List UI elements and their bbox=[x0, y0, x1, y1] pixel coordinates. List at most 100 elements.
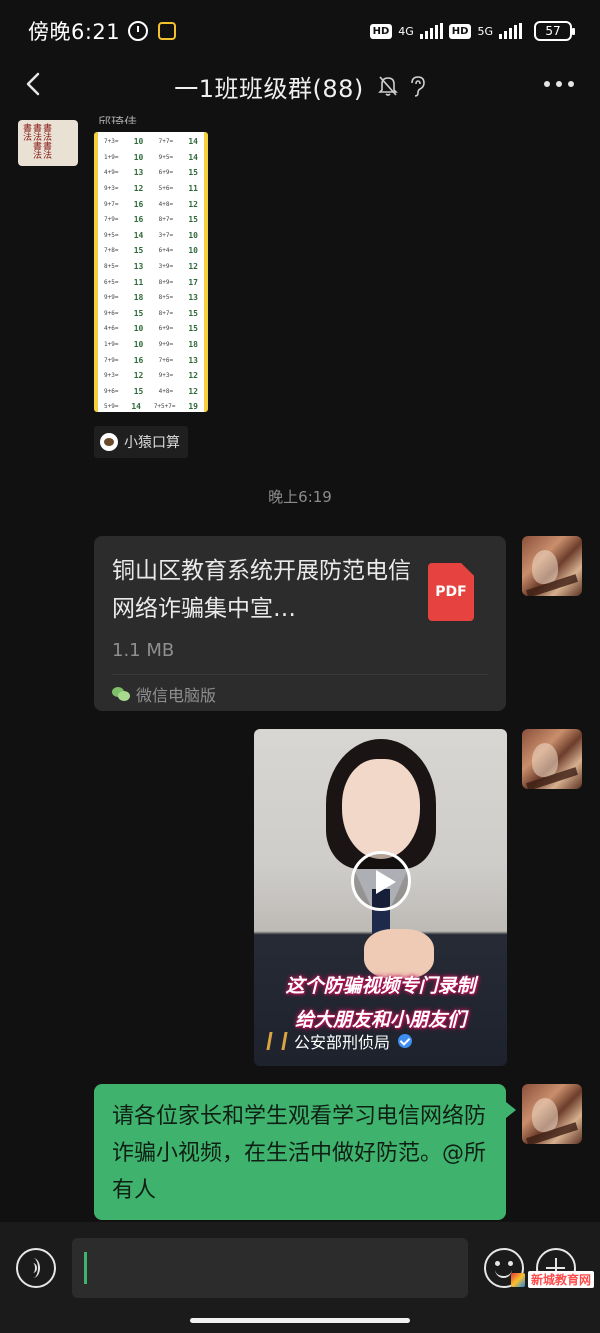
worksheet-answer: 16 bbox=[133, 215, 144, 225]
input-bar bbox=[0, 1222, 600, 1314]
worksheet-answer: 15 bbox=[133, 308, 144, 318]
chat-header: 一1班班级群(88) bbox=[0, 62, 600, 110]
worksheet-equation: 8+5= bbox=[158, 294, 174, 302]
pdf-label: PDF bbox=[435, 584, 467, 600]
message-list[interactable]: 書法書法書法書法書法 邱琦佳 7+3= 10 7+7= 14 1+9= 10 9+5= 14 4… bbox=[0, 110, 600, 1222]
worksheet-answer: 19 bbox=[188, 402, 198, 412]
video-message-card[interactable]: 这个防骗视频专门录制 给大朋友和小朋友们 公安部刑侦局 bbox=[254, 729, 507, 1066]
worksheet-answer: 15 bbox=[133, 386, 144, 396]
worksheet-equation: 4+8= bbox=[158, 387, 174, 395]
worksheet-equation: 9+5= bbox=[158, 153, 174, 161]
message-timestamp: 晚上6:19 bbox=[268, 488, 332, 506]
worksheet-equation: 4+6= bbox=[104, 325, 119, 333]
calligraphy-avatar-image: 書法書法書法書法書法 bbox=[21, 123, 51, 159]
earpiece-mode-icon bbox=[410, 76, 425, 97]
worksheet-row: 7+3= 10 7+7= 14 bbox=[104, 134, 198, 150]
worksheet-equation: 8+7= bbox=[158, 216, 174, 224]
file-message-card[interactable]: 铜山区教育系统开展防范电信网络诈骗集中宣… 1.1 MB PDF 微信电脑版 bbox=[94, 536, 506, 711]
worksheet-image[interactable]: 7+3= 10 7+7= 14 1+9= 10 9+5= 14 4+9= 13 6+9= 15 9+3=… bbox=[94, 132, 208, 412]
network-type-1: 4G bbox=[398, 24, 414, 38]
worksheet-answer: 15 bbox=[188, 215, 198, 225]
hd-badge-2: HD bbox=[448, 23, 472, 39]
more-options-icon[interactable] bbox=[544, 74, 574, 94]
message-input[interactable] bbox=[72, 1238, 468, 1298]
worksheet-row: 9+6= 15 8+7= 15 bbox=[104, 306, 198, 322]
back-arrow-icon[interactable] bbox=[22, 72, 46, 96]
worksheet-equation: 4+8= bbox=[158, 200, 174, 208]
mute-bell-icon bbox=[377, 76, 398, 96]
worksheet-row: 6+5= 11 8+9= 17 bbox=[104, 274, 198, 290]
watermark-logo-icon bbox=[510, 1272, 525, 1287]
worksheet-row: 7+8= 15 6+4= 10 bbox=[104, 243, 198, 259]
worksheet-answer: 12 bbox=[188, 386, 198, 396]
pdf-file-icon: PDF bbox=[428, 563, 474, 621]
worksheet-equation: 9+9= bbox=[104, 294, 119, 302]
avatar-self[interactable] bbox=[522, 536, 582, 596]
status-indicators: HD 4G HD 5G 57 bbox=[369, 21, 575, 41]
worksheet-equation: 9+9= bbox=[158, 341, 174, 349]
worksheet-equation: 7+9= bbox=[104, 356, 119, 364]
monkey-app-icon bbox=[100, 433, 118, 451]
worksheet-answer: 10 bbox=[133, 324, 144, 334]
worksheet-equation: 6+9= bbox=[158, 325, 174, 333]
worksheet-row: 9+5= 14 3+7= 10 bbox=[104, 228, 198, 244]
play-icon[interactable] bbox=[351, 851, 411, 911]
site-watermark: 新城教育网 bbox=[510, 1271, 594, 1288]
voice-input-icon[interactable] bbox=[16, 1248, 56, 1288]
worksheet-equation: 9+3= bbox=[104, 185, 119, 193]
worksheet-answer: 15 bbox=[133, 246, 144, 256]
worksheet-answer: 11 bbox=[188, 184, 198, 194]
worksheet-answer: 10 bbox=[188, 230, 198, 240]
worksheet-row: 5+9= 14 7+5+7= 19 bbox=[104, 399, 198, 412]
text-message-bubble[interactable]: 请各位家长和学生观看学习电信网络防诈骗小视频，在生活中做好防范。@所有人 bbox=[94, 1084, 516, 1220]
worksheet-equation: 7+3= bbox=[104, 138, 119, 146]
worksheet-equation: 4+9= bbox=[104, 169, 119, 177]
status-bar: 傍晚6:21 HD 4G HD 5G 57 bbox=[0, 0, 600, 62]
worksheet-equation: 9+6= bbox=[104, 387, 119, 395]
avatar-self[interactable] bbox=[522, 729, 582, 789]
worksheet-answer: 10 bbox=[133, 340, 144, 350]
network-type-2: 5G bbox=[477, 24, 493, 38]
worksheet-equation: 3+9= bbox=[158, 263, 174, 271]
worksheet-equation: 6+5= bbox=[104, 278, 119, 286]
worksheet-answer: 16 bbox=[133, 199, 144, 209]
sender-name: 邱琦佳 bbox=[98, 116, 138, 124]
avatar-self[interactable] bbox=[522, 1084, 582, 1144]
divider bbox=[112, 674, 488, 675]
video-source: 公安部刑侦局 bbox=[266, 1029, 413, 1053]
worksheet-answer: 13 bbox=[133, 262, 144, 272]
worksheet-equation: 7+6= bbox=[158, 356, 174, 364]
worksheet-equation: 8+7= bbox=[158, 309, 174, 317]
worksheet-answer: 15 bbox=[188, 308, 198, 318]
worksheet-equation: 8+5= bbox=[104, 263, 119, 271]
worksheet-answer: 18 bbox=[188, 340, 198, 350]
wechat-icon bbox=[112, 687, 130, 701]
worksheet-equation: 9+7= bbox=[104, 200, 119, 208]
worksheet-row: 9+3= 12 5+6= 11 bbox=[104, 181, 198, 197]
worksheet-answer: 11 bbox=[133, 277, 144, 287]
status-icons-left bbox=[128, 21, 177, 41]
worksheet-answer: 16 bbox=[133, 355, 144, 365]
worksheet-answer: 12 bbox=[188, 371, 198, 381]
worksheet-answer: 17 bbox=[188, 277, 198, 287]
watermark-text: 新城教育网 bbox=[527, 1271, 594, 1288]
home-indicator bbox=[0, 1314, 600, 1333]
worksheet-row: 9+6= 15 4+8= 12 bbox=[104, 384, 198, 400]
chat-title: 一1班班级群(88) bbox=[174, 74, 364, 103]
avatar-sender-left[interactable]: 書法書法書法書法書法 bbox=[18, 120, 78, 166]
worksheet-answer: 14 bbox=[131, 402, 141, 412]
status-time: 傍晚6:21 bbox=[28, 20, 121, 44]
battery-level: 57 bbox=[545, 24, 561, 38]
worksheet-answer: 12 bbox=[188, 199, 198, 209]
worksheet-equation: 3+7= bbox=[158, 231, 174, 239]
home-indicator-bar[interactable] bbox=[190, 1318, 410, 1323]
mini-app-card[interactable]: 小猿口算 bbox=[94, 426, 188, 458]
alarm-clock-icon bbox=[128, 21, 149, 41]
file-source-label: 微信电脑版 bbox=[136, 686, 217, 705]
worksheet-equation: 6+4= bbox=[158, 247, 174, 255]
worksheet-answer: 10 bbox=[133, 152, 144, 162]
worksheet-equation: 7+9= bbox=[104, 216, 119, 224]
worksheet-equation: 7+5+7= bbox=[153, 403, 176, 411]
worksheet-row: 7+9= 16 7+6= 13 bbox=[104, 352, 198, 368]
worksheet-answer: 13 bbox=[133, 168, 144, 178]
